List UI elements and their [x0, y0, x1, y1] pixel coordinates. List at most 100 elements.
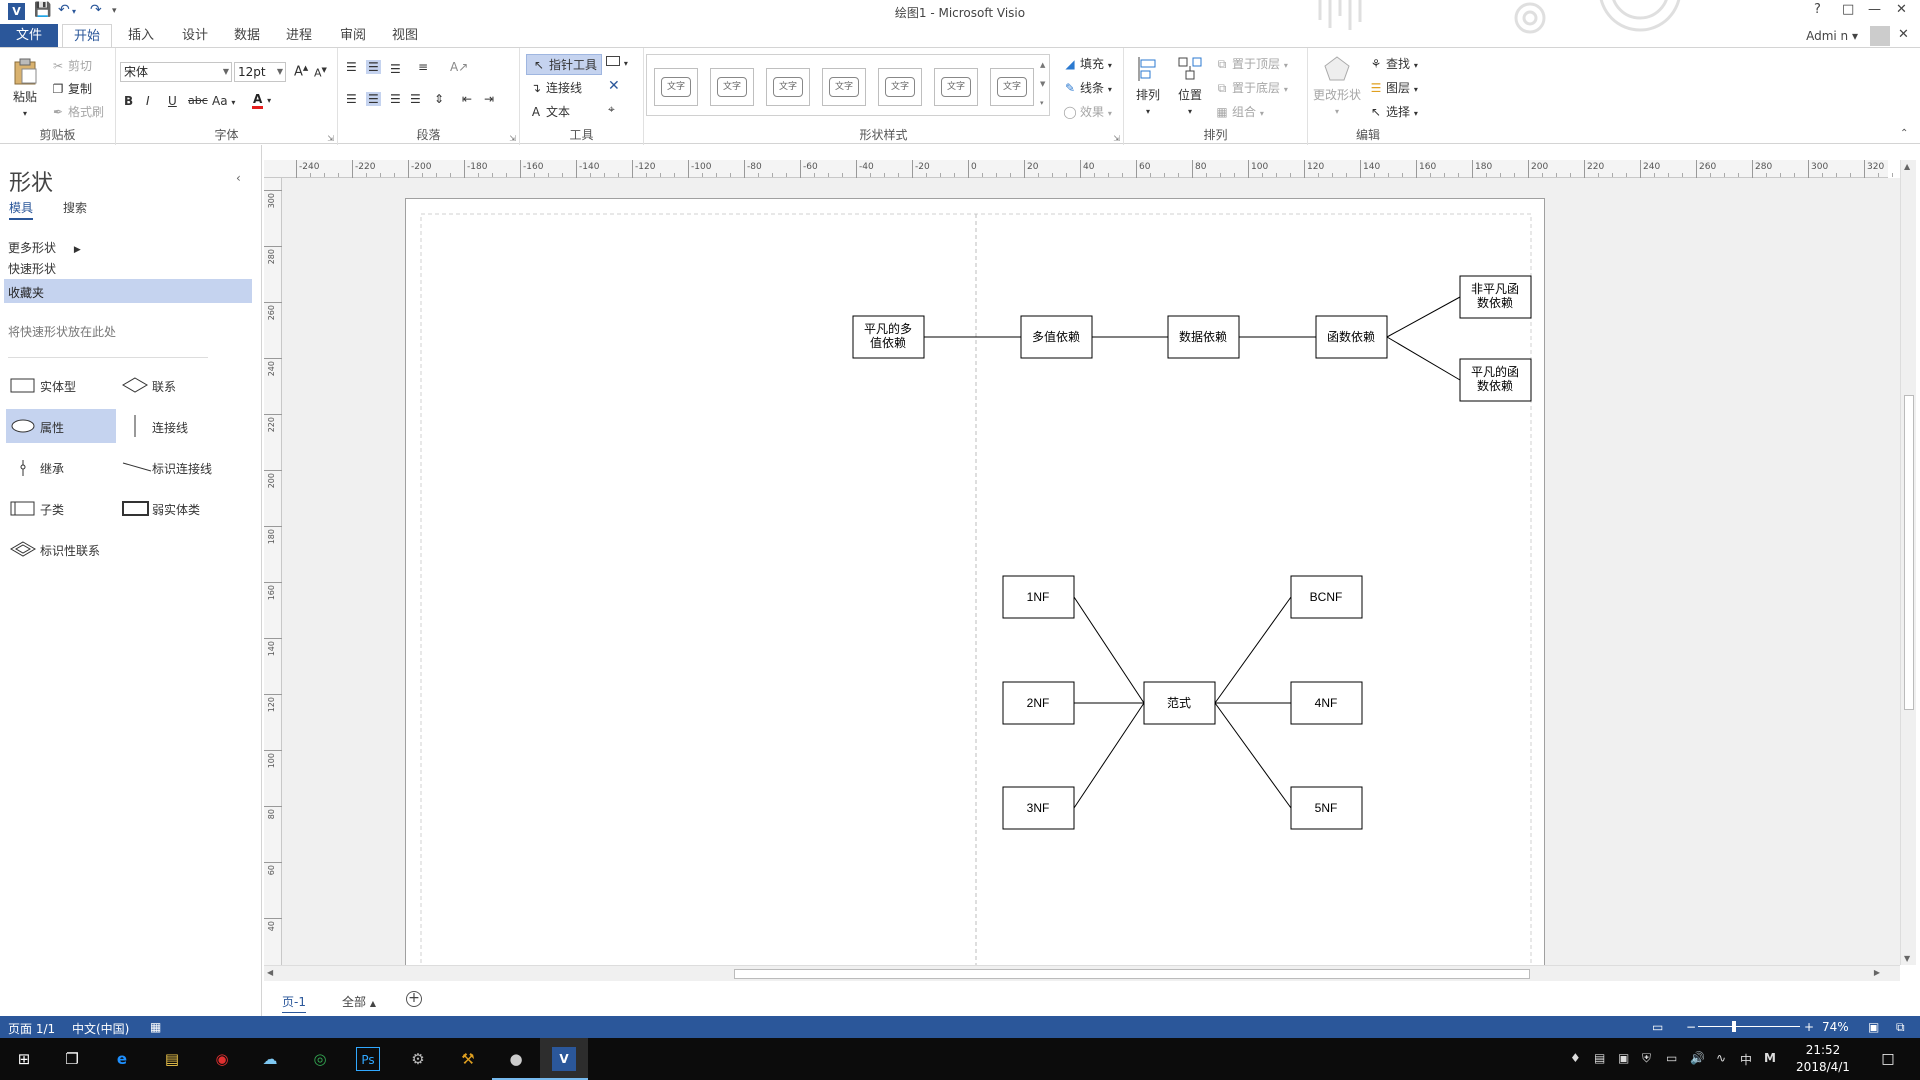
tab-stencils[interactable]: 模具: [9, 199, 34, 220]
notification-center-icon[interactable]: □: [1876, 1047, 1900, 1071]
wifi-icon[interactable]: ∿: [1716, 1051, 1726, 1065]
macro-record-icon[interactable]: ▦: [150, 1020, 161, 1034]
collapse-pane-icon[interactable]: ‹: [236, 171, 241, 185]
horizontal-scroll-thumb[interactable]: [734, 969, 1530, 979]
align-bottom-icon[interactable]: ☰: [390, 62, 401, 76]
master-identifying-relationship[interactable]: 标识性联系: [6, 532, 146, 566]
drawing-canvas[interactable]: 平凡的多值依赖 多值依赖 数据依赖 函数依赖 非平凡函数依赖 平凡的函数依赖 1…: [282, 178, 1900, 965]
connection-point-icon[interactable]: ✕: [608, 78, 620, 94]
volume-icon[interactable]: 🔊: [1690, 1051, 1705, 1065]
master-inheritance[interactable]: 继承: [6, 450, 116, 484]
increase-indent-icon[interactable]: ⇥: [484, 92, 494, 106]
send-to-back-button[interactable]: ⧉ 置于底层 ▾: [1214, 79, 1288, 96]
user-account[interactable]: Admi n ▾: [1806, 24, 1858, 48]
node-trivial-mvd[interactable]: 平凡的多值依赖: [852, 315, 925, 359]
tab-file[interactable]: 文件: [0, 24, 58, 48]
select-button[interactable]: ↖ 选择 ▾: [1368, 103, 1418, 120]
master-identifying-connector[interactable]: 标识连接线: [118, 450, 248, 484]
node-nontrivial-fd[interactable]: 非平凡函数依赖: [1459, 275, 1532, 319]
master-weak-entity[interactable]: 弱实体类: [118, 491, 228, 525]
edge-browser-icon[interactable]: e: [110, 1047, 134, 1071]
switch-windows-icon[interactable]: ⧉: [1896, 1020, 1905, 1035]
change-case-button[interactable]: Aa ▾: [212, 94, 235, 108]
align-center-icon[interactable]: ☰: [366, 92, 381, 106]
text-direction-icon[interactable]: A↗: [450, 60, 468, 74]
zoom-out-icon[interactable]: −: [1686, 1020, 1696, 1034]
pointer-tool-button[interactable]: ↖ 指针工具: [526, 54, 603, 75]
steam-icon[interactable]: ⚙: [406, 1047, 430, 1071]
node-data-dependency[interactable]: 数据依赖: [1167, 315, 1240, 359]
decrease-indent-icon[interactable]: ⇤: [462, 92, 472, 106]
connector-line[interactable]: [1386, 296, 1461, 338]
position-button[interactable]: 位置 ▾: [1170, 54, 1210, 117]
fill-button[interactable]: ◢ 填充 ▾: [1062, 55, 1111, 72]
visio-taskbar-icon[interactable]: V: [552, 1047, 576, 1071]
page-number-status[interactable]: 页面 1/1: [8, 1020, 55, 1037]
master-relationship[interactable]: 联系: [118, 368, 228, 402]
tab-view[interactable]: 视图: [380, 24, 430, 48]
node-bcnf[interactable]: BCNF: [1290, 575, 1363, 619]
paste-button[interactable]: 粘贴 ▾: [6, 56, 44, 119]
fit-page-icon[interactable]: ▣: [1868, 1020, 1879, 1034]
page-tab-1[interactable]: 页-1: [282, 993, 306, 1013]
presentation-mode-icon[interactable]: ▭: [1652, 1020, 1663, 1034]
shape-styles-dialog-launcher-icon[interactable]: ⇲: [1113, 134, 1120, 143]
node-5nf[interactable]: 5NF: [1290, 786, 1363, 830]
tools-app-icon[interactable]: ⚒: [456, 1047, 480, 1071]
copy-button[interactable]: ❐ 复制: [50, 80, 92, 97]
more-shapes-item[interactable]: 更多形状 ▶: [8, 239, 81, 256]
tray-screen-icon[interactable]: ▤: [1594, 1051, 1605, 1065]
style-swatch-4[interactable]: 文字: [822, 68, 866, 106]
align-top-icon[interactable]: ☰: [346, 60, 357, 74]
photoshop-icon[interactable]: Ps: [356, 1047, 380, 1071]
scroll-left-icon[interactable]: ◀: [267, 968, 273, 977]
connector-line[interactable]: [1214, 596, 1292, 704]
ribbon-display-icon[interactable]: □: [1842, 2, 1854, 17]
quick-shapes-item[interactable]: 快速形状: [8, 260, 56, 277]
connector-line[interactable]: [1073, 596, 1145, 704]
master-connector[interactable]: 连接线: [118, 409, 228, 443]
netease-music-icon[interactable]: ◉: [210, 1047, 234, 1071]
crop-tool-icon[interactable]: ⌖: [608, 102, 615, 117]
connector-line[interactable]: [1214, 702, 1292, 809]
node-normal-form[interactable]: 范式: [1143, 681, 1216, 725]
line-button[interactable]: ✎ 线条 ▾: [1062, 79, 1112, 96]
file-explorer-icon[interactable]: ▤: [160, 1047, 184, 1071]
master-subtype[interactable]: 子类: [6, 491, 116, 525]
close-ribbon-icon[interactable]: ✕: [1898, 27, 1909, 42]
text-tool-button[interactable]: A 文本: [528, 103, 570, 120]
tab-review[interactable]: 审阅: [328, 24, 378, 48]
change-shape-button[interactable]: 更改形状 ▾: [1312, 54, 1362, 117]
chrome-browser-icon[interactable]: ◎: [308, 1047, 332, 1071]
node-2nf[interactable]: 2NF: [1002, 681, 1075, 725]
task-view-icon[interactable]: ❐: [60, 1047, 84, 1071]
windows-start-icon[interactable]: ⊞: [12, 1047, 36, 1071]
master-attribute[interactable]: 属性: [6, 409, 116, 443]
underline-button[interactable]: U: [168, 94, 177, 108]
connector-line[interactable]: [1073, 702, 1145, 809]
node-fd[interactable]: 函数依赖: [1315, 315, 1388, 359]
justify-icon[interactable]: ☰: [410, 92, 421, 106]
vertical-scroll-thumb[interactable]: [1904, 395, 1914, 710]
format-painter-button[interactable]: ✒ 格式刷: [50, 103, 104, 120]
horizontal-scrollbar[interactable]: ◀ ▶: [264, 965, 1900, 981]
shrink-font-icon[interactable]: A▼: [314, 66, 327, 80]
all-pages-button[interactable]: 全部 ▲: [342, 993, 376, 1010]
paragraph-dialog-launcher-icon[interactable]: ⇲: [509, 134, 516, 143]
tab-data[interactable]: 数据: [222, 24, 272, 48]
font-color-button[interactable]: A ▾: [252, 92, 271, 109]
scroll-down-icon[interactable]: ▼: [1904, 954, 1910, 963]
font-dialog-launcher-icon[interactable]: ⇲: [327, 134, 334, 143]
line-spacing-icon[interactable]: ⇕: [434, 92, 444, 106]
favorites-item[interactable]: 收藏夹: [4, 279, 252, 303]
group-button[interactable]: ▦ 组合 ▾: [1214, 103, 1264, 120]
font-name-combo[interactable]: 宋体 ▼: [120, 62, 232, 82]
align-left-icon[interactable]: ☰: [346, 92, 357, 106]
connector-tool-button[interactable]: ↴ 连接线: [528, 79, 582, 96]
language-status[interactable]: 中文(中国): [72, 1020, 129, 1037]
battery-icon[interactable]: ▭: [1666, 1051, 1677, 1065]
ime-language[interactable]: 中: [1740, 1051, 1752, 1068]
node-3nf[interactable]: 3NF: [1002, 786, 1075, 830]
tab-design[interactable]: 设计: [170, 24, 220, 48]
cut-button[interactable]: ✂ 剪切: [50, 57, 92, 74]
